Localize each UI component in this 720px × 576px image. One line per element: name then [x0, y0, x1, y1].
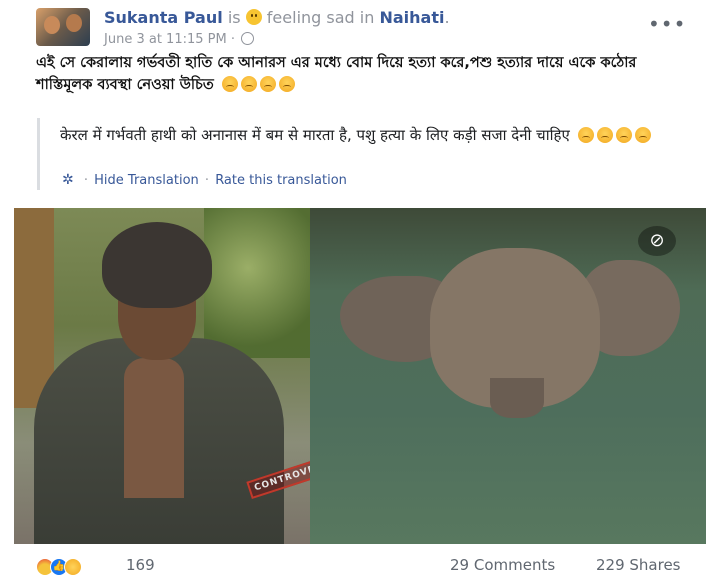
translation-body: केरल में गर्भवती हाथी को अनानास में बम स…	[60, 126, 570, 144]
eye-slash-icon[interactable]: ⊘	[638, 226, 676, 256]
meta-separator: ·	[230, 32, 235, 47]
translation-text: केरल में गर्भवती हाथी को अनानास में बम स…	[60, 124, 680, 147]
sad-emoji-icon	[634, 127, 651, 143]
post-header: Sukanta Paul is feeling sad in Naihati.	[104, 8, 450, 27]
feeling-text: feeling sad in	[266, 8, 375, 27]
sad-emoji-icon	[577, 127, 594, 143]
globe-icon[interactable]	[241, 32, 255, 45]
link-separator: ·	[83, 173, 89, 188]
post-body-text: এই সে কেরালায় গর্ভবতী হাতি কে আনারস এর …	[36, 55, 637, 93]
sad-emoji-icon	[278, 76, 295, 92]
sad-feeling-icon	[245, 9, 262, 25]
avatar-person-1	[44, 16, 60, 34]
shares-count-link[interactable]: 229 Shares	[596, 556, 681, 574]
author-avatar[interactable]	[36, 8, 90, 46]
location-suffix: .	[444, 8, 450, 27]
man-chest	[124, 358, 184, 498]
rate-translation-link[interactable]: Rate this translation	[215, 173, 347, 188]
sad-emoji-icon	[259, 76, 276, 92]
sad-emoji-icon	[240, 76, 257, 92]
post-footer: 👍 169 29 Comments 229 Shares	[36, 556, 696, 576]
more-options-icon[interactable]: •••	[648, 12, 686, 36]
sad-emoji-icon	[615, 127, 632, 143]
location-link[interactable]: Naihati	[379, 8, 444, 27]
post-body: এই সে কেরালায় গর্ভবতী হাতি কে আনারস এর …	[36, 52, 696, 96]
sad-reaction-icon[interactable]	[64, 558, 82, 576]
sad-emoji-icon	[596, 127, 613, 143]
reaction-count[interactable]: 169	[126, 556, 155, 574]
man-hair	[102, 222, 212, 308]
translation-divider	[37, 118, 40, 190]
post-meta: June 3 at 11:15 PM ·	[104, 32, 255, 47]
author-name[interactable]: Sukanta Paul	[104, 8, 223, 27]
post-timestamp[interactable]: June 3 at 11:15 PM	[104, 32, 227, 47]
translation-links: ✲ · Hide Translation · Rate this transla…	[62, 172, 347, 188]
gear-icon: ✲	[62, 172, 74, 188]
foliage	[204, 208, 310, 358]
hide-translation-link[interactable]: Hide Translation	[94, 173, 199, 188]
is-text: is	[227, 8, 241, 27]
sad-emoji-icon	[221, 76, 238, 92]
comments-count-link[interactable]: 29 Comments	[450, 556, 555, 574]
avatar-person-2	[66, 14, 82, 32]
elephant-trunk	[490, 378, 544, 418]
link-separator: ·	[204, 173, 210, 188]
facebook-post-card: Sukanta Paul is feeling sad in Naihati. …	[0, 0, 720, 576]
photo-elephant[interactable]	[310, 208, 706, 544]
